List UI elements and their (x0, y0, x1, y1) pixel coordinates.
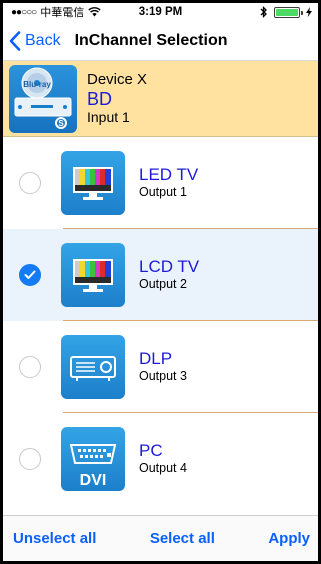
device-input: Input 1 (87, 109, 130, 126)
radio-checked[interactable] (19, 264, 41, 286)
wifi-icon (88, 7, 101, 17)
unselect-all-button[interactable]: Unselect all (13, 530, 96, 547)
tv-color-bars-icon (61, 243, 125, 307)
dvi-connector-icon: DVI (61, 427, 125, 491)
list-item-output-2[interactable]: LCD TV Output 2 (3, 229, 318, 321)
projector-icon (61, 335, 125, 399)
output-text: LCD TV Output 2 (139, 256, 200, 292)
bottom-toolbar: Unselect all Select all Apply (3, 515, 318, 561)
output-label: Output 3 (139, 369, 187, 384)
status-bar: ●●○○○ 中華電信 3:19 PM (3, 3, 318, 21)
tv-color-bars-icon (61, 151, 125, 215)
status-right-group (260, 6, 312, 18)
device-type: BD (87, 88, 113, 109)
carrier-label: 中華電信 (40, 7, 85, 19)
signal-strength-icon: ●●○○○ (11, 6, 37, 18)
output-name: LED TV (139, 164, 199, 184)
output-text: DLP Output 3 (139, 348, 187, 384)
svg-text:S: S (58, 119, 64, 128)
radio-unchecked[interactable] (19, 356, 41, 378)
output-label: Output 4 (139, 461, 187, 476)
source-device-header: Blu-ray S Device X BD Input 1 (3, 61, 318, 137)
output-list: LED TV Output 1 LCD TV Output 2 DLP Outp… (3, 137, 318, 505)
chevron-left-icon (9, 30, 21, 51)
bluray-player-icon: Blu-ray S (9, 64, 77, 133)
output-name: PC (139, 440, 163, 460)
device-info: Device X BD Input 1 (87, 71, 147, 125)
output-text: LED TV Output 1 (139, 164, 199, 200)
radio-unchecked[interactable] (19, 448, 41, 470)
navigation-bar: Back InChannel Selection (3, 21, 318, 61)
output-label: Output 2 (139, 277, 187, 292)
output-label: Output 1 (139, 185, 187, 200)
list-item-output-1[interactable]: LED TV Output 1 (3, 137, 318, 229)
output-text: PC Output 4 (139, 440, 187, 476)
back-label: Back (25, 31, 61, 49)
app-screen: ●●○○○ 中華電信 3:19 PM Back InChannel Select… (3, 3, 318, 561)
select-all-button[interactable]: Select all (150, 530, 215, 547)
page-title: InChannel Selection (74, 31, 228, 49)
apply-button[interactable]: Apply (268, 530, 310, 547)
svg-text:Blu-ray: Blu-ray (23, 80, 51, 89)
carrier-group: ●●○○○ 中華電信 (11, 4, 101, 20)
dvi-icon-text: DVI (80, 472, 107, 489)
output-name: DLP (139, 348, 173, 368)
device-name: Device X (87, 71, 148, 89)
list-item-output-4[interactable]: DVI PC Output 4 (3, 413, 318, 505)
checkmark-icon (24, 270, 36, 279)
back-button[interactable]: Back (3, 30, 61, 51)
charging-bolt-icon (306, 7, 312, 17)
battery-icon (274, 6, 303, 18)
output-name: LCD TV (139, 256, 200, 276)
list-item-output-3[interactable]: DLP Output 3 (3, 321, 318, 413)
radio-unchecked[interactable] (19, 172, 41, 194)
bluetooth-icon (260, 6, 267, 18)
